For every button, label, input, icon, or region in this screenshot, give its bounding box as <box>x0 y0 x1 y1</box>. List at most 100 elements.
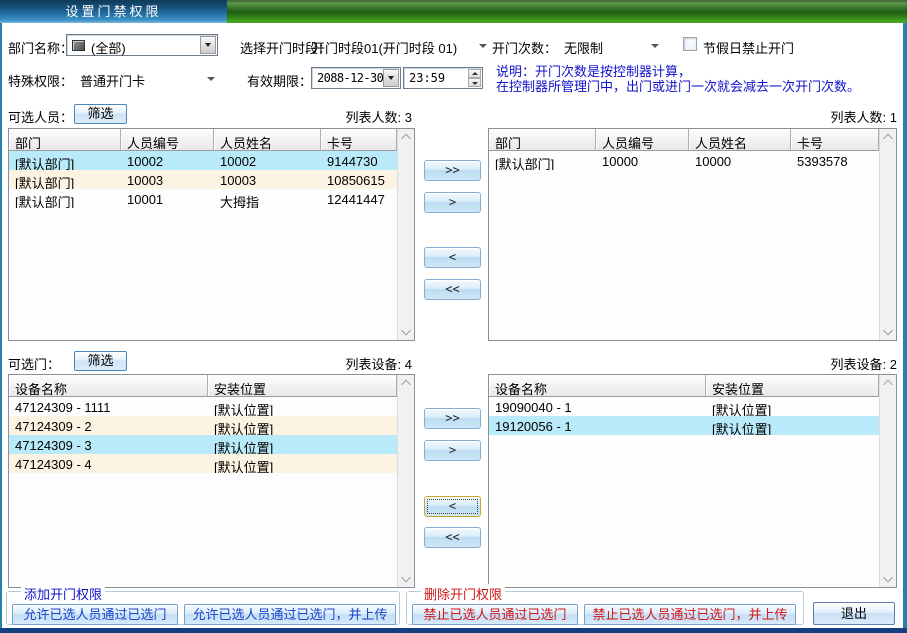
cell-name: 大拇指 <box>214 189 321 208</box>
column-header-id[interactable]: 人员编号 <box>121 129 214 151</box>
cell-card: 9144730 <box>321 151 397 170</box>
dept-label: 部门名称： <box>8 38 73 57</box>
arrow-up-icon <box>472 72 478 75</box>
arrow-down-icon <box>472 82 478 85</box>
doors-remove-one-button[interactable]: < <box>424 496 481 517</box>
dept-dropdown-button[interactable] <box>200 36 216 54</box>
allow-selected-upload-button[interactable]: 允许已选人员通过已选门，并上传 <box>184 604 396 625</box>
validity-time-value: 23:59 <box>409 71 445 85</box>
table-row[interactable]: [默认部门] 10002 10002 9144730 <box>9 151 397 170</box>
forbid-selected-upload-button[interactable]: 禁止已选人员通过已选门，并上传 <box>584 604 796 625</box>
personnel-add-one-button[interactable]: > <box>424 192 481 213</box>
available-doors-label: 可选门： <box>8 354 60 373</box>
doors-filter-button[interactable]: 筛选 <box>74 351 127 371</box>
dept-combobox[interactable]: (全部) <box>66 34 218 56</box>
exit-button[interactable]: 退出 <box>813 602 895 625</box>
chevron-down-icon <box>205 43 211 47</box>
vertical-scrollbar[interactable] <box>397 375 414 587</box>
validity-time-spinner[interactable]: 23:59 <box>403 67 483 89</box>
doors-add-all-button[interactable]: >> <box>424 408 481 429</box>
allow-selected-button[interactable]: 允许已选人员通过已选门 <box>12 604 178 625</box>
scroll-down-icon[interactable] <box>401 326 411 336</box>
column-header-id[interactable]: 人员编号 <box>596 129 689 151</box>
titlebar: 设置门禁权限 <box>0 0 907 23</box>
scroll-up-icon[interactable] <box>401 134 411 144</box>
column-header-name[interactable]: 人员姓名 <box>689 129 791 151</box>
table-row[interactable]: 19120056 - 1 [默认位置] <box>489 416 879 435</box>
forbid-selected-button[interactable]: 禁止已选人员通过已选门 <box>412 604 578 625</box>
column-header-dept[interactable]: 部门 <box>489 129 596 151</box>
table-row[interactable]: 47124309 - 2 [默认位置] <box>9 416 397 435</box>
scroll-down-icon[interactable] <box>883 573 893 583</box>
vertical-scrollbar[interactable] <box>397 129 414 340</box>
spin-down-button[interactable] <box>468 78 481 87</box>
table-row[interactable]: 47124309 - 4 [默认位置] <box>9 454 397 473</box>
validity-date-dropdown-button[interactable] <box>383 69 399 87</box>
cell-dept: [默认部门] <box>489 151 596 170</box>
cell-card: 10850615 <box>321 170 397 189</box>
cell-id: 10003 <box>121 170 214 189</box>
cell-card: 5393578 <box>791 151 879 170</box>
times-select[interactable]: 无限制 <box>562 36 662 56</box>
table-row[interactable]: 19090040 - 1 [默认位置] <box>489 397 879 416</box>
personnel-remove-one-button[interactable]: < <box>424 247 481 268</box>
cell-name: 10003 <box>214 170 321 189</box>
table-row[interactable]: 47124309 - 3 [默认位置] <box>9 435 397 454</box>
column-header-name[interactable]: 人员姓名 <box>214 129 321 151</box>
personnel-filter-button[interactable]: 筛选 <box>74 104 127 124</box>
column-header-device[interactable]: 设备名称 <box>489 375 706 397</box>
holiday-checkbox-label: 节假日禁止开门 <box>703 38 794 57</box>
cell-id: 10001 <box>121 189 214 208</box>
available-doors-table-content: 设备名称 安装位置 47124309 - 1111 [默认位置] 4712430… <box>9 375 397 587</box>
table-row[interactable]: [默认部门] 10001 大拇指 12441447 <box>9 189 397 208</box>
table-header-row: 设备名称 安装位置 <box>489 375 879 397</box>
column-header-card[interactable]: 卡号 <box>321 129 397 151</box>
available-personnel-table: 部门 人员编号 人员姓名 卡号 [默认部门] 10002 10002 91447… <box>8 128 415 341</box>
chevron-down-icon <box>388 76 394 80</box>
column-header-location[interactable]: 安装位置 <box>706 375 879 397</box>
scroll-up-icon[interactable] <box>883 134 893 144</box>
special-select[interactable]: 普通开门卡 <box>78 69 218 89</box>
validity-date-value: 2088-12-30 <box>317 71 383 85</box>
personnel-remove-all-button[interactable]: << <box>424 279 481 300</box>
scroll-up-icon[interactable] <box>883 380 893 390</box>
vertical-scrollbar[interactable] <box>879 375 896 587</box>
column-header-card[interactable]: 卡号 <box>791 129 879 151</box>
chevron-down-icon <box>207 77 215 81</box>
cell-device: 19090040 - 1 <box>489 397 706 416</box>
personnel-add-all-button[interactable]: >> <box>424 160 481 181</box>
doors-available-count: 列表设备: 4 <box>320 354 412 373</box>
scroll-down-icon[interactable] <box>883 326 893 336</box>
doors-add-one-button[interactable]: > <box>424 440 481 461</box>
spinner-buttons <box>468 69 481 87</box>
window-right-edge <box>903 23 907 633</box>
set-door-permission-window: 设置门禁权限 部门名称： (全部) 选择开门时段： 开门时段01(开门时段 01… <box>0 0 907 633</box>
column-header-device[interactable]: 设备名称 <box>9 375 208 397</box>
add-permission-group-label: 添加开门权限 <box>21 584 105 603</box>
selected-doors-table-content: 设备名称 安装位置 19090040 - 1 [默认位置] 19120056 -… <box>489 375 879 587</box>
spin-up-button[interactable] <box>468 69 481 78</box>
period-value: 开门时段01(开门时段 01) <box>312 38 457 57</box>
selected-personnel-table-content: 部门 人员编号 人员姓名 卡号 [默认部门] 10000 10000 53935… <box>489 129 879 340</box>
column-header-dept[interactable]: 部门 <box>9 129 121 151</box>
table-row[interactable]: [默认部门] 10003 10003 10850615 <box>9 170 397 189</box>
available-personnel-table-content: 部门 人员编号 人员姓名 卡号 [默认部门] 10002 10002 91447… <box>9 129 397 340</box>
cell-name: 10000 <box>689 151 791 170</box>
validity-date-combobox[interactable]: 2088-12-30 <box>311 67 401 89</box>
table-row[interactable]: [默认部门] 10000 10000 5393578 <box>489 151 879 170</box>
scroll-down-icon[interactable] <box>401 573 411 583</box>
table-row[interactable]: 47124309 - 1111 [默认位置] <box>9 397 397 416</box>
holiday-checkbox[interactable] <box>683 37 697 51</box>
window-title: 设置门禁权限 <box>65 4 161 19</box>
title-banner <box>227 0 907 23</box>
remove-permission-group-label: 删除开门权限 <box>421 584 505 603</box>
doors-remove-all-button[interactable]: << <box>424 527 481 548</box>
scroll-up-icon[interactable] <box>401 380 411 390</box>
cell-dept: [默认部门] <box>9 189 121 208</box>
vertical-scrollbar[interactable] <box>879 129 896 340</box>
period-select[interactable]: 开门时段01(开门时段 01) <box>310 36 490 56</box>
window-left-edge <box>0 23 2 633</box>
cell-location: [默认位置] <box>706 416 879 435</box>
column-header-location[interactable]: 安装位置 <box>208 375 397 397</box>
validity-label: 有效期限： <box>247 71 312 90</box>
